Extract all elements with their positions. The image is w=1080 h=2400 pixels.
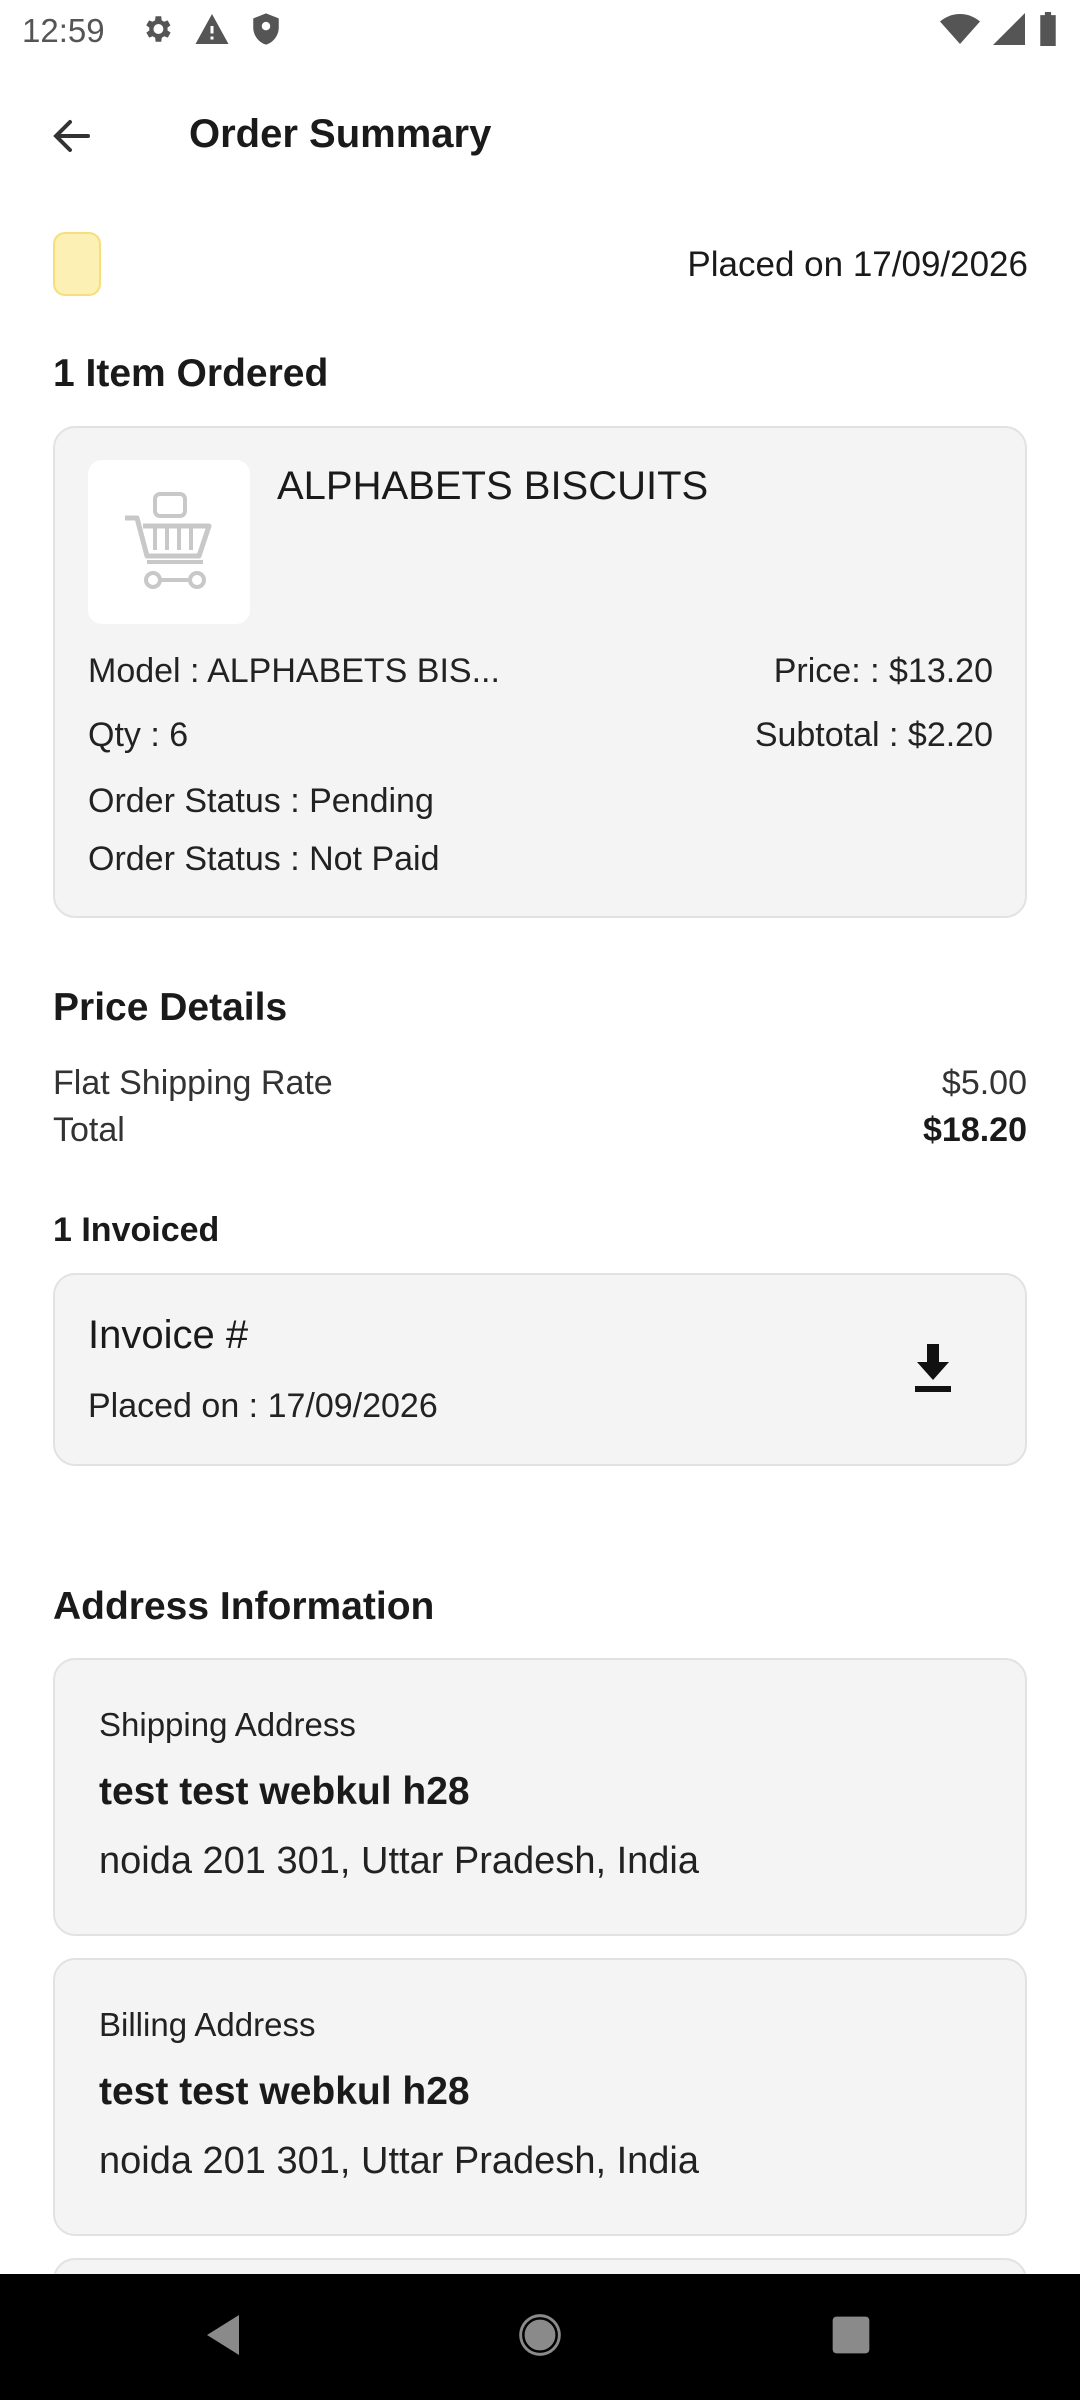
- wifi-icon: [940, 13, 980, 45]
- battery-icon: [1038, 12, 1058, 46]
- status-bar: 12:59: [0, 0, 1080, 62]
- nav-home-icon: [515, 2310, 565, 2365]
- product-price: Price: : $13.20: [773, 652, 993, 690]
- screen: 12:59 Order Summary Placed on 17/09/2026…: [0, 0, 1080, 2400]
- price-details-heading: Price Details: [53, 986, 288, 1029]
- gear-icon: [140, 12, 174, 46]
- status-icons-right: [940, 12, 1058, 46]
- arrow-left-icon: [48, 112, 96, 165]
- price-row-total: Total $18.20: [53, 1111, 1027, 1150]
- order-status-chip: [53, 232, 101, 296]
- invoice-date: Placed on : 17/09/2026: [88, 1387, 438, 1425]
- payment-status: Order Status : Not Paid: [88, 840, 440, 878]
- signal-icon: [992, 13, 1026, 45]
- nav-recents-button[interactable]: [818, 2304, 884, 2370]
- billing-address-name: test test webkul h28: [99, 2070, 470, 2113]
- product-subtotal: Subtotal : $2.20: [754, 716, 993, 754]
- shopping-cart-icon: [121, 488, 217, 597]
- shield-icon: [250, 12, 282, 46]
- price-row-label: Flat Shipping Rate: [53, 1064, 333, 1102]
- items-ordered-heading: 1 Item Ordered: [53, 352, 329, 395]
- price-row-value: $18.20: [923, 1111, 1027, 1149]
- price-row-value: $5.00: [941, 1064, 1027, 1102]
- warning-icon: [194, 12, 230, 46]
- product-qty: Qty : 6: [88, 716, 189, 754]
- nav-back-button[interactable]: [190, 2304, 256, 2370]
- status-time: 12:59: [22, 12, 105, 49]
- nav-recents-icon: [829, 2313, 873, 2362]
- price-row-label: Total: [53, 1111, 125, 1149]
- product-model: Model : ALPHABETS BIS...: [88, 652, 500, 690]
- order-status: Order Status : Pending: [88, 782, 434, 820]
- product-thumbnail[interactable]: [88, 460, 250, 624]
- shipping-address-name: test test webkul h28: [99, 1770, 470, 1813]
- product-name[interactable]: ALPHABETS BISCUITS: [277, 464, 708, 509]
- download-invoice-button[interactable]: [901, 1339, 965, 1403]
- billing-address-card[interactable]: Billing Address test test webkul h28 noi…: [53, 1958, 1027, 2236]
- status-icons-left: [140, 12, 282, 46]
- invoice-title: Invoice #: [88, 1313, 249, 1357]
- invoice-card[interactable]: Invoice # Placed on : 17/09/2026: [53, 1273, 1027, 1466]
- order-placed-date: Placed on 17/09/2026: [687, 245, 1028, 284]
- download-icon: [911, 1343, 955, 1399]
- app-bar: Order Summary: [0, 80, 1080, 192]
- system-nav-bar: [0, 2274, 1080, 2400]
- price-row-shipping: Flat Shipping Rate $5.00: [53, 1064, 1027, 1103]
- billing-address-line: noida 201 301, Uttar Pradesh, India: [99, 2140, 699, 2182]
- nav-back-icon: [199, 2311, 247, 2364]
- invoiced-heading: 1 Invoiced: [53, 1211, 220, 1249]
- shipping-address-card[interactable]: Shipping Address test test webkul h28 no…: [53, 1658, 1027, 1936]
- back-button[interactable]: [36, 102, 108, 174]
- order-item-card[interactable]: ALPHABETS BISCUITS Model : ALPHABETS BIS…: [53, 426, 1027, 918]
- page-title: Order Summary: [189, 112, 492, 156]
- address-heading: Address Information: [53, 1585, 435, 1628]
- nav-home-button[interactable]: [507, 2304, 573, 2370]
- shipping-address-line: noida 201 301, Uttar Pradesh, India: [99, 1840, 699, 1882]
- billing-address-label: Billing Address: [99, 2006, 316, 2043]
- shipping-address-label: Shipping Address: [99, 1706, 356, 1743]
